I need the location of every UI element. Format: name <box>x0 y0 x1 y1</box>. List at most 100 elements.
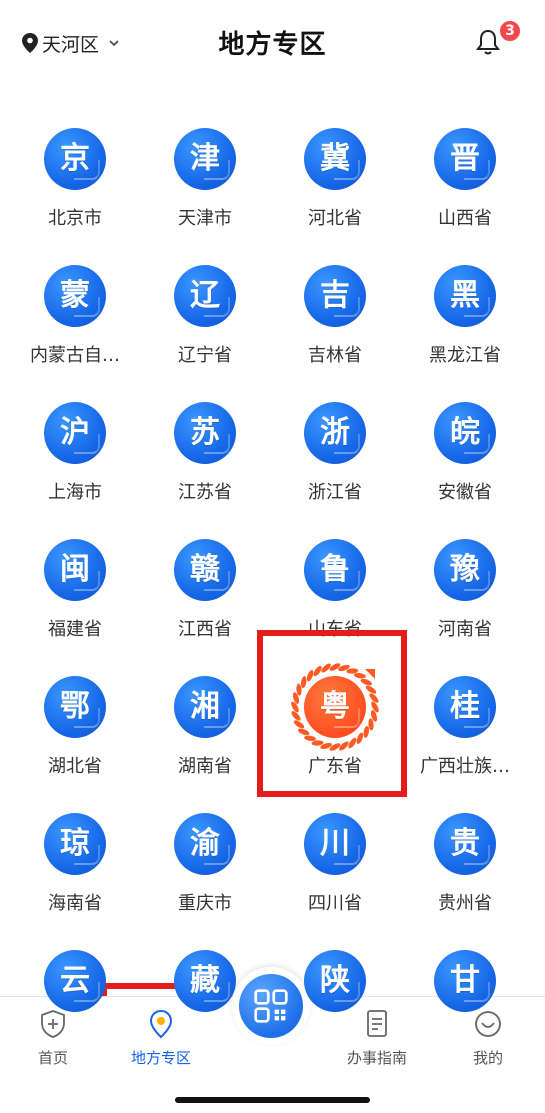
province-item[interactable]: 闽福建省 <box>10 531 140 668</box>
province-item[interactable]: 豫河南省 <box>400 531 530 668</box>
province-label: 北京市 <box>48 208 102 229</box>
province-label: 浙江省 <box>308 482 362 503</box>
province-glyph: 藏 <box>190 963 220 998</box>
province-glyph: 鲁 <box>320 552 350 587</box>
province-glyph: 蒙 <box>60 278 90 313</box>
province-item[interactable]: 川四川省 <box>270 805 400 942</box>
province-emblem: 津 <box>174 128 236 190</box>
province-icon: 藏 <box>174 950 236 1012</box>
province-glyph: 辽 <box>190 278 220 313</box>
province-emblem: 鲁 <box>304 539 366 601</box>
province-item[interactable]: 苏江苏省 <box>140 394 270 531</box>
province-item[interactable]: 浙浙江省 <box>270 394 400 531</box>
top-bar: 天河区 地方专区 3 <box>0 0 545 90</box>
province-label: 黑龙江省 <box>429 345 501 366</box>
province-icon: 津 <box>174 128 236 190</box>
tab-home-label: 首页 <box>37 1049 68 1067</box>
bottom-nav: 首页 地方专区 办事指南 我的 <box>0 967 545 1113</box>
province-item[interactable]: 琼海南省 <box>10 805 140 942</box>
qr-code-icon <box>254 989 288 1023</box>
province-glyph: 云 <box>60 963 90 998</box>
province-label: 贵州省 <box>438 893 492 914</box>
province-label: 辽宁省 <box>178 345 232 366</box>
province-label: 江西省 <box>178 619 232 640</box>
province-icon: 辽 <box>174 265 236 327</box>
tab-mine[interactable]: 我的 <box>443 1009 533 1079</box>
province-label: 天津市 <box>178 208 232 229</box>
province-icon: 蒙 <box>44 265 106 327</box>
province-label: 海南省 <box>48 893 102 914</box>
province-item[interactable]: 吉吉林省 <box>270 257 400 394</box>
province-item[interactable]: 赣江西省 <box>140 531 270 668</box>
province-item[interactable]: 京北京市 <box>10 120 140 257</box>
province-label: 湖北省 <box>48 756 102 777</box>
province-icon: 皖 <box>434 402 496 464</box>
province-emblem: 闽 <box>44 539 106 601</box>
province-item[interactable]: 沪上海市 <box>10 394 140 531</box>
province-label: 河北省 <box>308 208 362 229</box>
province-label: 重庆市 <box>178 893 232 914</box>
province-glyph: 黑 <box>450 278 480 313</box>
tab-local[interactable]: 地方专区 <box>116 1009 206 1079</box>
province-glyph: 津 <box>190 141 220 176</box>
province-label: 湖南省 <box>178 756 232 777</box>
scan-button[interactable] <box>232 967 310 1045</box>
province-emblem: 辽 <box>174 265 236 327</box>
province-glyph: 陕 <box>320 963 350 998</box>
province-emblem: 赣 <box>174 539 236 601</box>
province-item[interactable]: 蒙内蒙古自… <box>10 257 140 394</box>
province-item[interactable]: 津天津市 <box>140 120 270 257</box>
province-glyph: 川 <box>320 826 350 861</box>
province-emblem: 云 <box>44 950 106 1012</box>
province-glyph: 沪 <box>60 415 90 450</box>
home-indicator <box>175 1097 370 1103</box>
province-item[interactable]: 贵贵州省 <box>400 805 530 942</box>
province-icon: 闽 <box>44 539 106 601</box>
province-item[interactable]: 皖安徽省 <box>400 394 530 531</box>
smile-face-icon <box>475 1011 501 1037</box>
province-icon: 鲁 <box>304 539 366 601</box>
province-glyph: 京 <box>60 141 90 176</box>
province-glyph: 浙 <box>320 415 350 450</box>
province-icon: 苏 <box>174 402 236 464</box>
province-item[interactable]: 鲁山东省 <box>270 531 400 668</box>
location-marker-icon <box>149 1009 173 1039</box>
province-glyph: 桂 <box>450 689 480 724</box>
shield-plus-icon <box>41 1010 65 1038</box>
tab-local-label: 地方专区 <box>130 1049 191 1067</box>
province-glyph: 琼 <box>60 826 90 861</box>
tab-home[interactable]: 首页 <box>8 1009 98 1079</box>
province-emblem: 皖 <box>434 402 496 464</box>
province-item[interactable]: 晋山西省 <box>400 120 530 257</box>
province-item[interactable]: 粤广东省 <box>270 663 400 805</box>
province-label: 四川省 <box>308 893 362 914</box>
province-glyph: 湘 <box>190 689 220 724</box>
province-emblem: 浙 <box>304 402 366 464</box>
province-label: 山东省 <box>308 619 362 640</box>
province-item[interactable]: 桂广西壮族… <box>400 668 530 805</box>
province-glyph: 皖 <box>450 415 480 450</box>
province-item[interactable]: 渝重庆市 <box>140 805 270 942</box>
province-emblem: 渝 <box>174 813 236 875</box>
province-label: 安徽省 <box>438 482 492 503</box>
province-item[interactable]: 辽辽宁省 <box>140 257 270 394</box>
province-icon: 桂 <box>434 676 496 738</box>
local-zone-page: 天河区 地方专区 3 京北京市津天津市冀河北省晋山西省蒙内蒙古自… 辽辽宁省吉吉林… <box>0 0 545 1113</box>
province-icon: 吉 <box>304 265 366 327</box>
province-icon: 陕 <box>304 950 366 1012</box>
province-emblem: 藏 <box>174 950 236 1012</box>
province-icon: 渝 <box>174 813 236 875</box>
province-item[interactable]: 湘湖南省 <box>140 668 270 805</box>
province-glyph: 贵 <box>450 826 480 861</box>
province-emblem: 陕 <box>304 950 366 1012</box>
province-emblem: 蒙 <box>44 265 106 327</box>
province-item[interactable]: 冀河北省 <box>270 120 400 257</box>
province-glyph: 渝 <box>190 826 220 861</box>
province-label: 广西壮族… <box>420 756 510 777</box>
province-item[interactable]: 鄂湖北省 <box>10 668 140 805</box>
province-emblem: 冀 <box>304 128 366 190</box>
province-glyph: 粤 <box>320 689 350 724</box>
province-item[interactable]: 黑黑龙江省 <box>400 257 530 394</box>
tab-guide[interactable]: 办事指南 <box>332 1009 422 1079</box>
province-emblem: 晋 <box>434 128 496 190</box>
